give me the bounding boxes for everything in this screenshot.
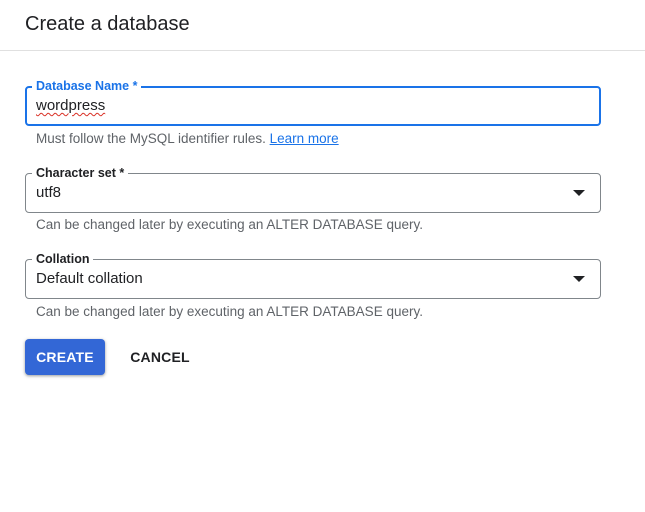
create-button[interactable]: CREATE bbox=[25, 339, 105, 375]
collation-label: Collation bbox=[32, 251, 94, 267]
arrow-drop-down-icon[interactable] bbox=[573, 276, 585, 282]
database-name-field[interactable]: Database Name * wordpress bbox=[25, 78, 601, 126]
collation-hint: Can be changed later by executing an ALT… bbox=[36, 304, 423, 319]
collation-value: Default collation bbox=[36, 270, 143, 287]
database-name-input[interactable]: wordpress bbox=[36, 96, 105, 116]
database-name-hint: Must follow the MySQL identifier rules. … bbox=[36, 130, 339, 148]
learn-more-link[interactable]: Learn more bbox=[270, 131, 339, 146]
arrow-drop-down-icon[interactable] bbox=[573, 190, 585, 196]
character-set-select[interactable]: Character set * utf8 bbox=[25, 165, 601, 213]
dialog-header: Create a database bbox=[0, 0, 645, 51]
database-name-hint-text: Must follow the MySQL identifier rules. bbox=[36, 131, 266, 146]
character-set-value: utf8 bbox=[36, 184, 62, 201]
page-title: Create a database bbox=[25, 13, 190, 35]
collation-select[interactable]: Collation Default collation bbox=[25, 251, 601, 299]
character-set-label: Character set * bbox=[32, 165, 129, 181]
character-set-hint: Can be changed later by executing an ALT… bbox=[36, 217, 423, 232]
cancel-button[interactable]: CANCEL bbox=[120, 339, 200, 375]
database-name-label: Database Name * bbox=[32, 78, 142, 94]
